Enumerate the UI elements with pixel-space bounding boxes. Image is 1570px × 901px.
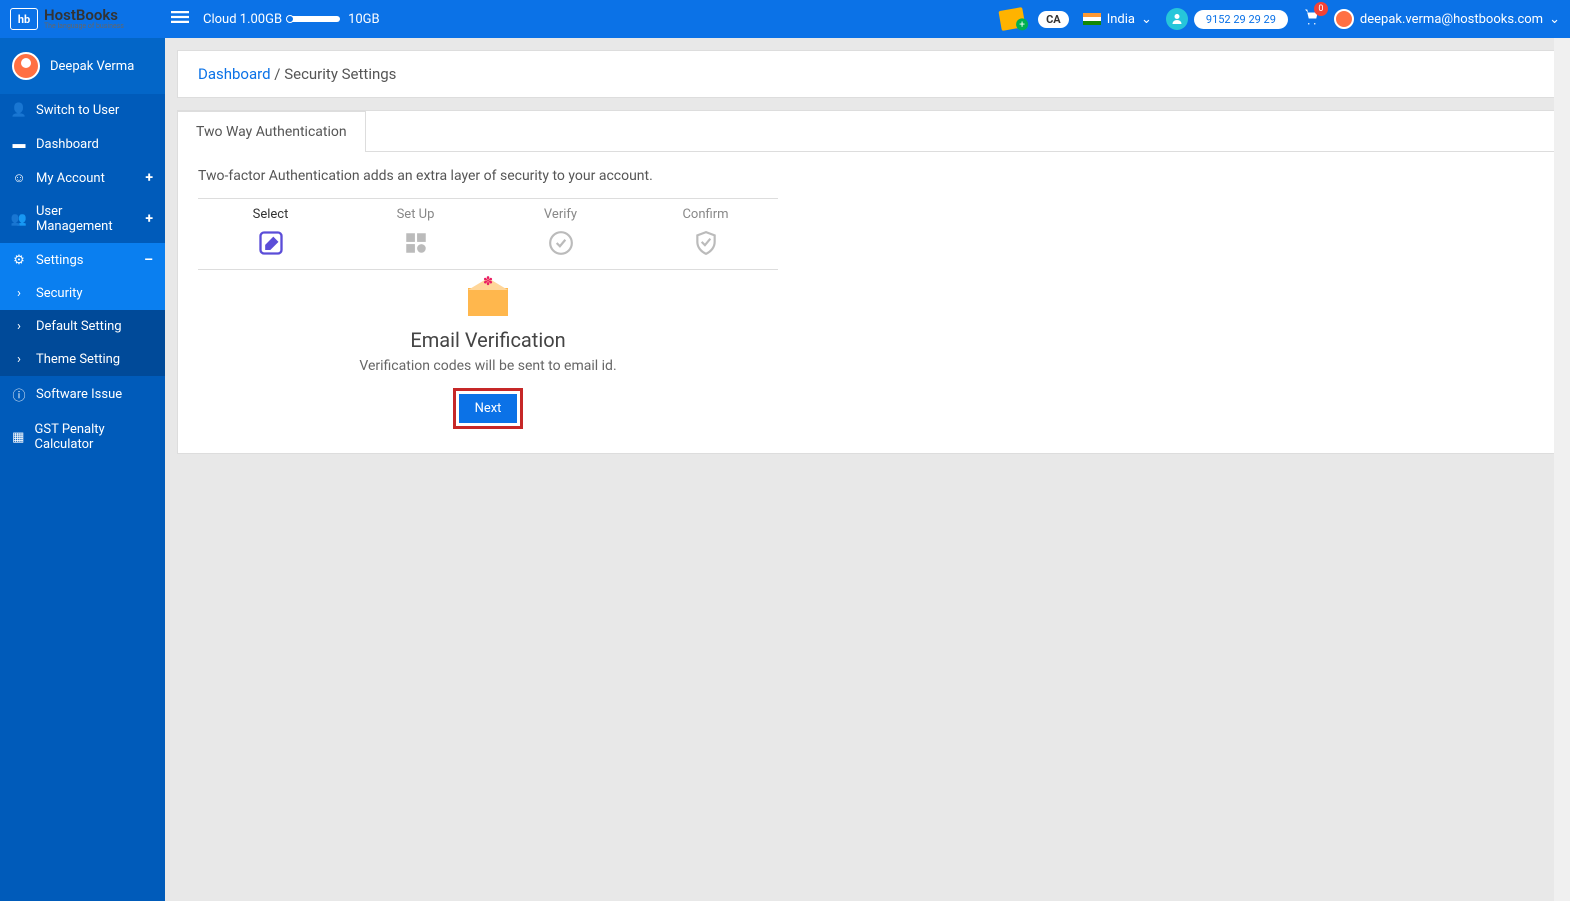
breadcrumb-separator: / xyxy=(274,65,284,83)
logo-icon: hb xyxy=(10,8,38,30)
sidebar-item-security[interactable]: › Security xyxy=(0,277,165,310)
step-setup: Set Up xyxy=(343,207,488,261)
tab-two-way-auth[interactable]: Two Way Authentication xyxy=(177,111,366,152)
logo-sub-text: The language of business xyxy=(44,23,124,30)
tab-row: Two Way Authentication xyxy=(178,111,1557,152)
sidebar-item-my-account[interactable]: ☺ My Account + xyxy=(0,161,165,195)
check-circle-icon xyxy=(546,228,576,258)
expand-icon: + xyxy=(145,170,153,186)
sidebar-item-dashboard[interactable]: ▬ Dashboard xyxy=(0,127,165,161)
sidebar-item-switch-user[interactable]: 👤 Switch to User xyxy=(0,94,165,127)
country-label: India xyxy=(1107,12,1135,27)
sidebar-item-label: Switch to User xyxy=(36,103,119,118)
sidebar-item-default-setting[interactable]: › Default Setting xyxy=(0,310,165,343)
scrollbar[interactable] xyxy=(1554,38,1570,901)
cart-icon[interactable]: 0 xyxy=(1302,8,1320,30)
users-icon: 👥 xyxy=(12,212,26,227)
cloud-storage-info: Cloud 1.00GB 10GB xyxy=(203,12,380,27)
support-avatar-icon xyxy=(1166,8,1188,30)
account-icon: ☺ xyxy=(12,170,26,186)
collapse-icon: – xyxy=(144,252,153,268)
user-avatar-icon xyxy=(1334,9,1354,29)
logo[interactable]: hb HostBooks The language of business xyxy=(10,8,165,30)
sidebar-item-software-issue[interactable]: ⓘ Software Issue xyxy=(0,376,165,413)
sidebar-item-settings[interactable]: ⚙ Settings – xyxy=(0,243,165,277)
top-header: hb HostBooks The language of business Cl… xyxy=(0,0,1570,38)
chevron-right-icon: › xyxy=(12,352,26,367)
breadcrumb-link-dashboard[interactable]: Dashboard xyxy=(198,65,271,83)
cloud-progress-bar xyxy=(290,16,340,22)
sidebar: Deepak Verma 👤 Switch to User ▬ Dashboar… xyxy=(0,38,165,901)
breadcrumb-current: Security Settings xyxy=(284,65,396,83)
flag-icon xyxy=(1083,13,1101,25)
sidebar-item-label: Security xyxy=(36,286,83,301)
sidebar-item-label: Default Setting xyxy=(36,319,122,334)
shield-icon xyxy=(691,228,721,258)
sidebar-user-block[interactable]: Deepak Verma xyxy=(0,38,165,94)
hamburger-icon[interactable] xyxy=(171,8,189,30)
cloud-max-label: 10GB xyxy=(348,12,380,27)
cloud-used-label: Cloud 1.00GB xyxy=(203,12,282,27)
step-confirm: Confirm xyxy=(633,207,778,261)
steps-row: Select Set Up Verify xyxy=(198,198,778,270)
country-selector[interactable]: India ⌄ xyxy=(1083,12,1152,27)
verify-description: Verification codes will be sent to email… xyxy=(198,358,778,374)
chevron-down-icon: ⌄ xyxy=(1141,12,1152,27)
tickets-icon[interactable] xyxy=(999,7,1026,31)
step-label: Set Up xyxy=(343,207,488,222)
step-select: Select xyxy=(198,207,343,261)
info-icon: ⓘ xyxy=(12,385,26,404)
avatar-icon xyxy=(12,52,40,80)
ca-badge[interactable]: CA xyxy=(1038,11,1069,28)
security-panel: Two Way Authentication Two-factor Authen… xyxy=(177,110,1558,454)
user-menu[interactable]: deepak.verma@hostbooks.com ⌄ xyxy=(1334,9,1560,29)
sidebar-item-label: GST Penalty Calculator xyxy=(35,422,153,452)
email-verification-section: Email Verification Verification codes wi… xyxy=(178,270,798,453)
dashboard-icon: ▬ xyxy=(12,136,26,152)
next-button[interactable]: Next xyxy=(459,394,518,423)
cart-count-badge: 0 xyxy=(1314,2,1328,16)
sidebar-item-label: User Management xyxy=(36,204,135,234)
edit-icon xyxy=(256,228,286,258)
sidebar-item-label: Theme Setting xyxy=(36,352,120,367)
phone-number: 9152 29 29 29 xyxy=(1194,10,1288,29)
main-content: Dashboard / Security Settings Two Way Au… xyxy=(165,38,1570,901)
user-email-label: deepak.verma@hostbooks.com xyxy=(1360,12,1543,27)
gear-icon: ⚙ xyxy=(12,253,26,268)
user-icon: 👤 xyxy=(12,103,26,118)
chevron-right-icon: › xyxy=(12,286,26,301)
sidebar-item-gst-calculator[interactable]: ▦ GST Penalty Calculator xyxy=(0,413,165,461)
step-label: Select xyxy=(198,207,343,222)
user-name: Deepak Verma xyxy=(50,59,134,74)
calculator-icon: ▦ xyxy=(12,430,25,445)
sidebar-item-theme-setting[interactable]: › Theme Setting xyxy=(0,343,165,376)
sidebar-item-user-management[interactable]: 👥 User Management + xyxy=(0,195,165,243)
panel-description: Two-factor Authentication adds an extra … xyxy=(178,152,1557,198)
sidebar-item-label: My Account xyxy=(36,171,105,186)
verify-title: Email Verification xyxy=(198,328,778,352)
expand-icon: + xyxy=(145,211,153,227)
envelope-icon xyxy=(468,288,508,316)
next-button-highlight: Next xyxy=(453,388,524,429)
sidebar-item-label: Software Issue xyxy=(36,387,122,402)
sidebar-item-label: Settings xyxy=(36,253,83,268)
logo-main-text: HostBooks xyxy=(44,8,124,23)
chevron-down-icon: ⌄ xyxy=(1549,12,1560,27)
support-phone[interactable]: 9152 29 29 29 xyxy=(1166,8,1288,30)
breadcrumb: Dashboard / Security Settings xyxy=(177,50,1558,98)
step-verify: Verify xyxy=(488,207,633,261)
sidebar-item-label: Dashboard xyxy=(36,137,99,152)
chevron-right-icon: › xyxy=(12,319,26,334)
grid-icon xyxy=(401,228,431,258)
step-label: Confirm xyxy=(633,207,778,222)
step-label: Verify xyxy=(488,207,633,222)
